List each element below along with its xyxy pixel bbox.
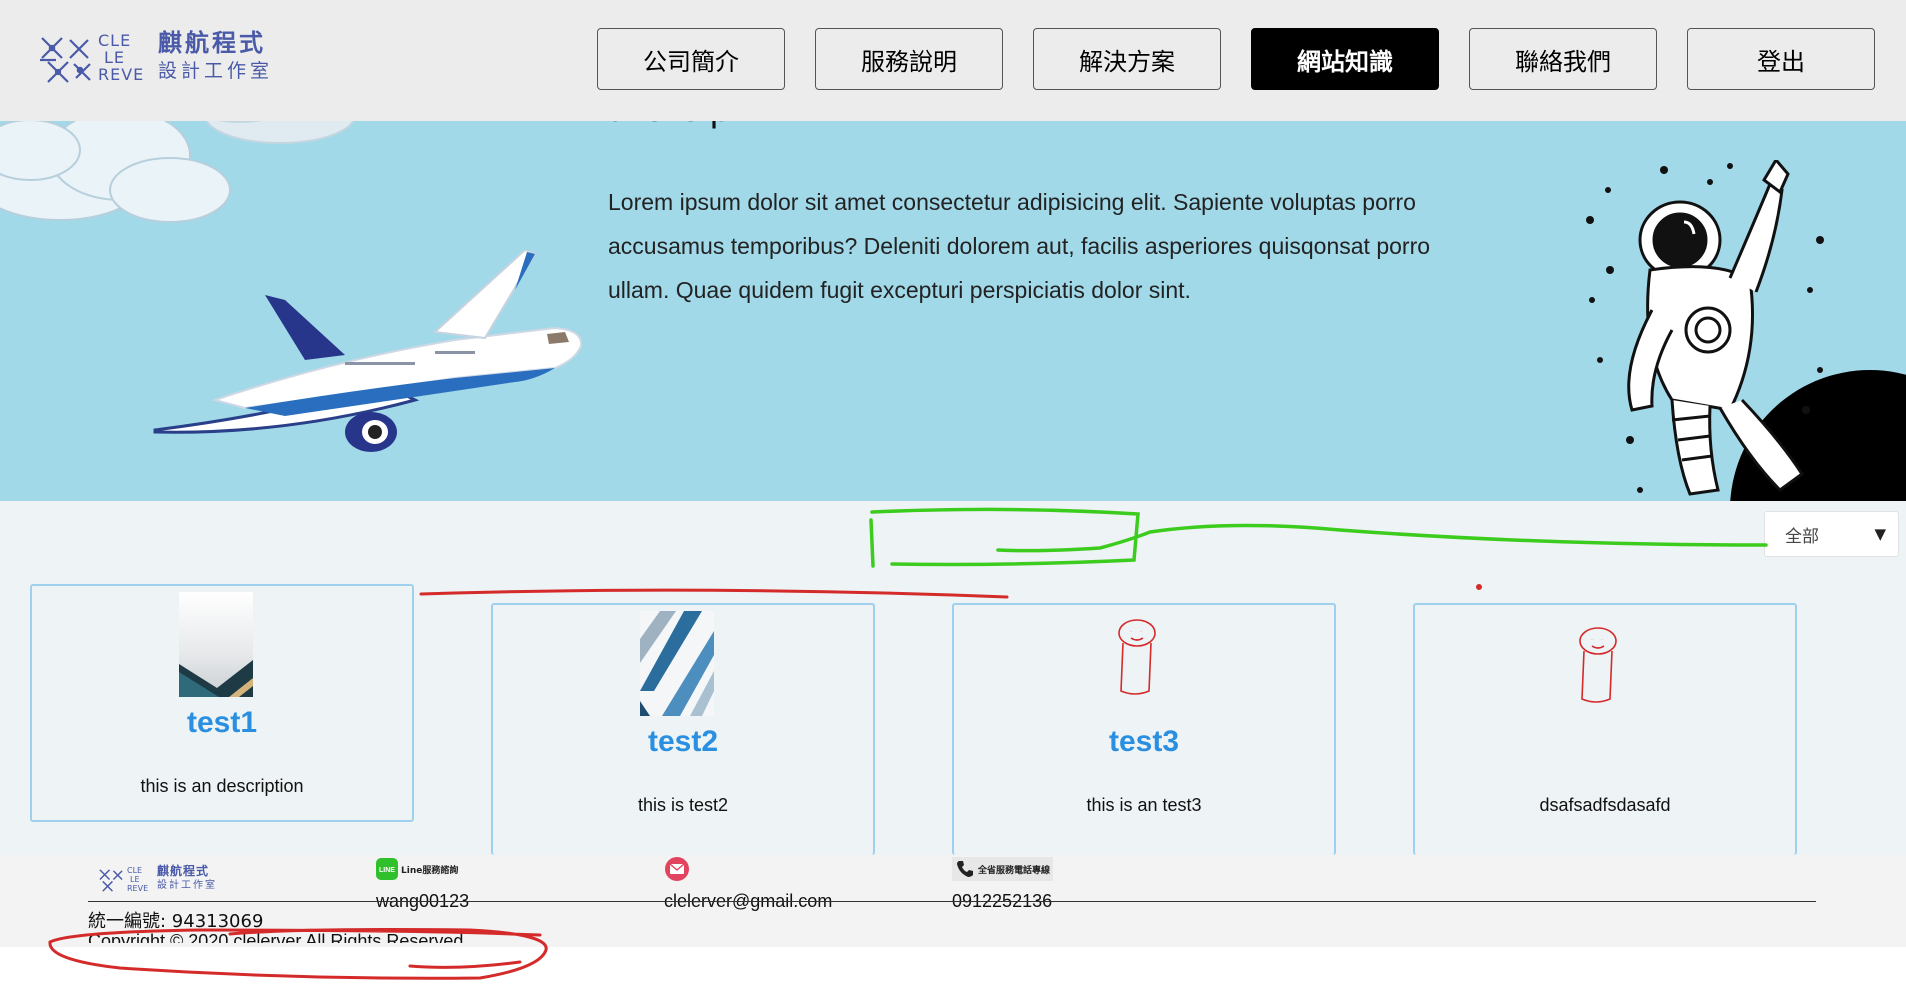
category-filter-select[interactable]: 全部 ▼: [1764, 511, 1899, 557]
article-list-section: 全部 ▼ test1 this is an description test2 …: [0, 501, 1906, 855]
card-thumbnail-image: [1579, 627, 1617, 703]
chevron-down-icon: ▼: [1874, 525, 1886, 543]
nav-knowledge-button[interactable]: 網站知識: [1251, 28, 1439, 90]
footer-phone-contact: 全省服務電話專線 0912252136: [952, 857, 1054, 912]
logo-mark-icon: [99, 869, 123, 892]
logo-line2: 設計工作室: [158, 60, 274, 82]
site-footer: CLE LE REVE 麒航程式 設計工作室 LINE Line服務諮詢 wan…: [0, 855, 1906, 947]
nav-solutions-button[interactable]: 解決方案: [1033, 28, 1221, 90]
footer-email-contact: clelerver@gmail.com: [664, 857, 832, 912]
airplane-icon: [153, 250, 583, 452]
cloud-icon: [0, 100, 356, 223]
svg-text:LINE: LINE: [379, 867, 395, 874]
article-card[interactable]: test1 this is an description: [30, 584, 414, 822]
copyright-text: Copyright © 2020 clelerver All Rights Re…: [88, 931, 464, 951]
card-thumbnail-image: [640, 611, 714, 716]
tax-id-text: 統一編號: 94313069: [88, 911, 264, 932]
footer-divider: [88, 901, 1816, 902]
logo-chinese-name: 麒航程式 設計工作室: [158, 28, 273, 84]
card-description: this is an test3: [1086, 795, 1202, 815]
card-thumbnail-image: [1118, 619, 1156, 695]
card-description: this is an description: [140, 776, 304, 796]
phone-service-label: 全省服務電話專線: [978, 865, 1051, 876]
card-title[interactable]: test3: [954, 725, 1334, 759]
card-title[interactable]: test2: [493, 725, 873, 759]
footer-brand-logo: CLE LE REVE 麒航程式 設計工作室: [97, 864, 227, 896]
card-title[interactable]: test1: [32, 706, 412, 740]
card-description: dsafsadfsdasafd: [1539, 795, 1671, 815]
main-nav: 公司簡介 服務說明 解決方案 網站知識 聯絡我們 登出: [597, 28, 1875, 90]
article-card[interactable]: dsafsadfsdasafd: [1413, 603, 1797, 855]
site-header: CLE LE REVE 麒航程式 設計工作室 公司簡介 服務說明 解決方案 網站…: [0, 0, 1906, 121]
logo-letters: CLE LE REVE: [98, 31, 145, 84]
hero-description: Lorem ipsum dolor sit amet consectetur a…: [608, 189, 1431, 303]
card-thumbnail-image: [179, 592, 253, 697]
filter-selected-value: 全部: [1785, 526, 1819, 547]
page: CLE LE REVE 麒航程式 設計工作室 公司簡介 服務說明 解決方案 網站…: [0, 0, 1906, 987]
line-service-label: Line服務諮詢: [401, 865, 459, 876]
nav-services-button[interactable]: 服務說明: [815, 28, 1003, 90]
phone-icon: [957, 861, 973, 877]
astronaut-icon: [1586, 160, 1906, 501]
footer-line-contact: LINE Line服務諮詢 wang00123: [376, 857, 469, 912]
hero-banner: this is prv Lorem ipsum dolor sit amet c…: [0, 100, 1906, 501]
brand-logo[interactable]: CLE LE REVE 麒航程式 設計工作室: [36, 28, 276, 90]
article-card[interactable]: test2 this is test2: [491, 603, 875, 855]
article-card[interactable]: test3 this is an test3: [952, 603, 1336, 855]
logout-button[interactable]: 登出: [1687, 28, 1875, 90]
card-description: this is test2: [637, 795, 729, 815]
logo-mark-icon: [40, 37, 91, 83]
email-icon: [665, 857, 689, 881]
nav-about-button[interactable]: 公司簡介: [597, 28, 785, 90]
logo-line1: 麒航程式: [158, 29, 266, 57]
nav-contact-button[interactable]: 聯絡我們: [1469, 28, 1657, 90]
line-app-icon: LINE: [376, 858, 398, 880]
